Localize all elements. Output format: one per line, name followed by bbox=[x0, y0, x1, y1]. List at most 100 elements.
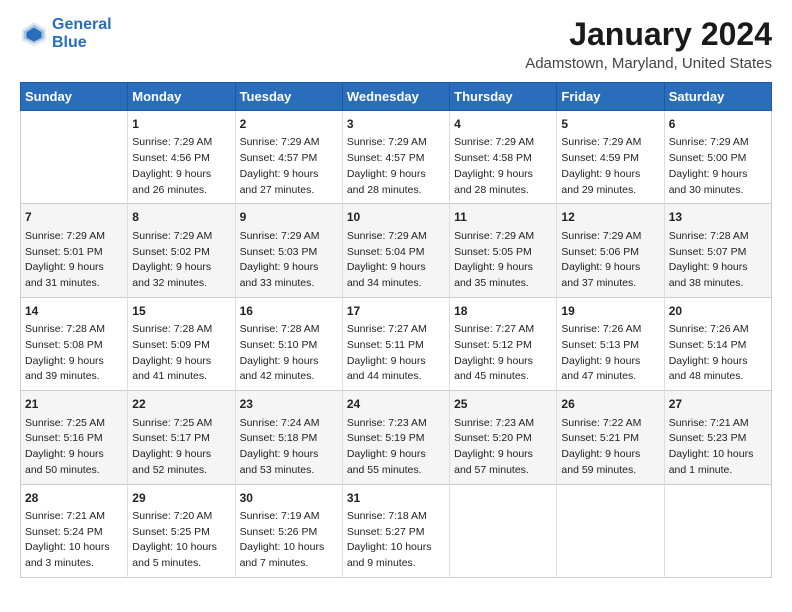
day-info: Sunrise: 7:29 AMSunset: 4:57 PMDaylight:… bbox=[347, 135, 445, 198]
day-cell: 2 Sunrise: 7:29 AMSunset: 4:57 PMDaylight… bbox=[235, 111, 342, 204]
day-number: 15 bbox=[132, 303, 230, 320]
day-cell: 8 Sunrise: 7:29 AMSunset: 5:02 PMDaylight… bbox=[128, 204, 235, 297]
day-number: 23 bbox=[240, 396, 338, 413]
calendar-table: SundayMondayTuesdayWednesdayThursdayFrid… bbox=[20, 82, 772, 578]
day-cell: 21 Sunrise: 7:25 AMSunset: 5:16 PMDayligh… bbox=[21, 391, 128, 484]
week-row-5: 28 Sunrise: 7:21 AMSunset: 5:24 PMDayligh… bbox=[21, 484, 772, 577]
day-cell: 1 Sunrise: 7:29 AMSunset: 4:56 PMDaylight… bbox=[128, 111, 235, 204]
day-info: Sunrise: 7:20 AMSunset: 5:25 PMDaylight:… bbox=[132, 509, 230, 572]
day-cell: 20 Sunrise: 7:26 AMSunset: 5:14 PMDayligh… bbox=[664, 297, 771, 390]
day-cell: 14Sunrise: 7:28 AMSunset: 5:08 PMDayligh… bbox=[21, 297, 128, 390]
day-cell: 30 Sunrise: 7:19 AMSunset: 5:26 PMDayligh… bbox=[235, 484, 342, 577]
week-row-3: 14Sunrise: 7:28 AMSunset: 5:08 PMDayligh… bbox=[21, 297, 772, 390]
day-cell: 31Sunrise: 7:18 AMSunset: 5:27 PMDayligh… bbox=[342, 484, 449, 577]
day-cell: 27Sunrise: 7:21 AMSunset: 5:23 PMDayligh… bbox=[664, 391, 771, 484]
day-header-thursday: Thursday bbox=[450, 83, 557, 111]
day-cell: 29 Sunrise: 7:20 AMSunset: 5:25 PMDayligh… bbox=[128, 484, 235, 577]
week-row-4: 21 Sunrise: 7:25 AMSunset: 5:16 PMDayligh… bbox=[21, 391, 772, 484]
day-number: 14 bbox=[25, 303, 123, 320]
day-number: 17 bbox=[347, 303, 445, 320]
day-info: Sunrise: 7:28 AMSunset: 5:10 PMDaylight:… bbox=[240, 322, 338, 385]
day-cell bbox=[557, 484, 664, 577]
day-cell: 5 Sunrise: 7:29 AMSunset: 4:59 PMDaylight… bbox=[557, 111, 664, 204]
day-cell: 24 Sunrise: 7:23 AMSunset: 5:19 PMDayligh… bbox=[342, 391, 449, 484]
calendar-body: 1 Sunrise: 7:29 AMSunset: 4:56 PMDaylight… bbox=[21, 111, 772, 578]
day-cell: 16Sunrise: 7:28 AMSunset: 5:10 PMDayligh… bbox=[235, 297, 342, 390]
day-cell: 25 Sunrise: 7:23 AMSunset: 5:20 PMDayligh… bbox=[450, 391, 557, 484]
day-cell: 13Sunrise: 7:28 AMSunset: 5:07 PMDayligh… bbox=[664, 204, 771, 297]
day-info: Sunrise: 7:22 AMSunset: 5:21 PMDaylight:… bbox=[561, 416, 659, 479]
day-header-wednesday: Wednesday bbox=[342, 83, 449, 111]
calendar-header: SundayMondayTuesdayWednesdayThursdayFrid… bbox=[21, 83, 772, 111]
header-row: SundayMondayTuesdayWednesdayThursdayFrid… bbox=[21, 83, 772, 111]
day-cell bbox=[21, 111, 128, 204]
day-cell bbox=[450, 484, 557, 577]
day-info: Sunrise: 7:25 AMSunset: 5:17 PMDaylight:… bbox=[132, 416, 230, 479]
day-cell: 7 Sunrise: 7:29 AMSunset: 5:01 PMDaylight… bbox=[21, 204, 128, 297]
day-info: Sunrise: 7:26 AMSunset: 5:14 PMDaylight:… bbox=[669, 322, 767, 385]
day-cell: 23 Sunrise: 7:24 AMSunset: 5:18 PMDayligh… bbox=[235, 391, 342, 484]
week-row-2: 7 Sunrise: 7:29 AMSunset: 5:01 PMDaylight… bbox=[21, 204, 772, 297]
day-number: 21 bbox=[25, 396, 123, 413]
day-number: 2 bbox=[240, 116, 338, 133]
day-info: Sunrise: 7:29 AMSunset: 5:00 PMDaylight:… bbox=[669, 135, 767, 198]
day-info: Sunrise: 7:29 AMSunset: 5:03 PMDaylight:… bbox=[240, 229, 338, 292]
day-cell: 19Sunrise: 7:26 AMSunset: 5:13 PMDayligh… bbox=[557, 297, 664, 390]
day-info: Sunrise: 7:29 AMSunset: 4:57 PMDaylight:… bbox=[240, 135, 338, 198]
day-header-tuesday: Tuesday bbox=[235, 83, 342, 111]
day-info: Sunrise: 7:21 AMSunset: 5:23 PMDaylight:… bbox=[669, 416, 767, 479]
location: Adamstown, Maryland, United States bbox=[525, 55, 772, 72]
day-info: Sunrise: 7:26 AMSunset: 5:13 PMDaylight:… bbox=[561, 322, 659, 385]
title-block: January 2024 Adamstown, Maryland, United… bbox=[525, 16, 772, 72]
day-cell: 3Sunrise: 7:29 AMSunset: 4:57 PMDaylight… bbox=[342, 111, 449, 204]
day-cell: 22 Sunrise: 7:25 AMSunset: 5:17 PMDayligh… bbox=[128, 391, 235, 484]
day-number: 5 bbox=[561, 116, 659, 133]
day-number: 18 bbox=[454, 303, 552, 320]
day-info: Sunrise: 7:25 AMSunset: 5:16 PMDaylight:… bbox=[25, 416, 123, 479]
day-number: 29 bbox=[132, 490, 230, 507]
day-number: 10 bbox=[347, 209, 445, 226]
day-info: Sunrise: 7:29 AMSunset: 5:06 PMDaylight:… bbox=[561, 229, 659, 292]
logo-icon bbox=[20, 20, 48, 48]
day-number: 12 bbox=[561, 209, 659, 226]
day-info: Sunrise: 7:23 AMSunset: 5:19 PMDaylight:… bbox=[347, 416, 445, 479]
day-info: Sunrise: 7:27 AMSunset: 5:11 PMDaylight:… bbox=[347, 322, 445, 385]
day-number: 28 bbox=[25, 490, 123, 507]
day-number: 1 bbox=[132, 116, 230, 133]
day-number: 7 bbox=[25, 209, 123, 226]
day-info: Sunrise: 7:28 AMSunset: 5:09 PMDaylight:… bbox=[132, 322, 230, 385]
day-info: Sunrise: 7:18 AMSunset: 5:27 PMDaylight:… bbox=[347, 509, 445, 572]
day-number: 24 bbox=[347, 396, 445, 413]
day-number: 8 bbox=[132, 209, 230, 226]
day-info: Sunrise: 7:29 AMSunset: 5:04 PMDaylight:… bbox=[347, 229, 445, 292]
day-cell: 17 Sunrise: 7:27 AMSunset: 5:11 PMDayligh… bbox=[342, 297, 449, 390]
day-info: Sunrise: 7:29 AMSunset: 5:02 PMDaylight:… bbox=[132, 229, 230, 292]
day-header-friday: Friday bbox=[557, 83, 664, 111]
day-info: Sunrise: 7:29 AMSunset: 4:56 PMDaylight:… bbox=[132, 135, 230, 198]
day-info: Sunrise: 7:28 AMSunset: 5:07 PMDaylight:… bbox=[669, 229, 767, 292]
day-cell: 28 Sunrise: 7:21 AMSunset: 5:24 PMDayligh… bbox=[21, 484, 128, 577]
day-number: 6 bbox=[669, 116, 767, 133]
day-cell: 11 Sunrise: 7:29 AMSunset: 5:05 PMDayligh… bbox=[450, 204, 557, 297]
day-number: 11 bbox=[454, 209, 552, 226]
day-info: Sunrise: 7:24 AMSunset: 5:18 PMDaylight:… bbox=[240, 416, 338, 479]
day-number: 20 bbox=[669, 303, 767, 320]
day-cell: 26Sunrise: 7:22 AMSunset: 5:21 PMDayligh… bbox=[557, 391, 664, 484]
day-cell: 4Sunrise: 7:29 AMSunset: 4:58 PMDaylight… bbox=[450, 111, 557, 204]
day-number: 22 bbox=[132, 396, 230, 413]
day-info: Sunrise: 7:29 AMSunset: 5:01 PMDaylight:… bbox=[25, 229, 123, 292]
day-header-saturday: Saturday bbox=[664, 83, 771, 111]
day-info: Sunrise: 7:29 AMSunset: 4:59 PMDaylight:… bbox=[561, 135, 659, 198]
day-header-monday: Monday bbox=[128, 83, 235, 111]
day-info: Sunrise: 7:23 AMSunset: 5:20 PMDaylight:… bbox=[454, 416, 552, 479]
day-number: 25 bbox=[454, 396, 552, 413]
day-number: 4 bbox=[454, 116, 552, 133]
day-header-sunday: Sunday bbox=[21, 83, 128, 111]
day-info: Sunrise: 7:19 AMSunset: 5:26 PMDaylight:… bbox=[240, 509, 338, 572]
day-info: Sunrise: 7:29 AMSunset: 5:05 PMDaylight:… bbox=[454, 229, 552, 292]
day-cell: 6 Sunrise: 7:29 AMSunset: 5:00 PMDaylight… bbox=[664, 111, 771, 204]
day-info: Sunrise: 7:27 AMSunset: 5:12 PMDaylight:… bbox=[454, 322, 552, 385]
day-cell: 10 Sunrise: 7:29 AMSunset: 5:04 PMDayligh… bbox=[342, 204, 449, 297]
day-info: Sunrise: 7:21 AMSunset: 5:24 PMDaylight:… bbox=[25, 509, 123, 572]
day-number: 30 bbox=[240, 490, 338, 507]
